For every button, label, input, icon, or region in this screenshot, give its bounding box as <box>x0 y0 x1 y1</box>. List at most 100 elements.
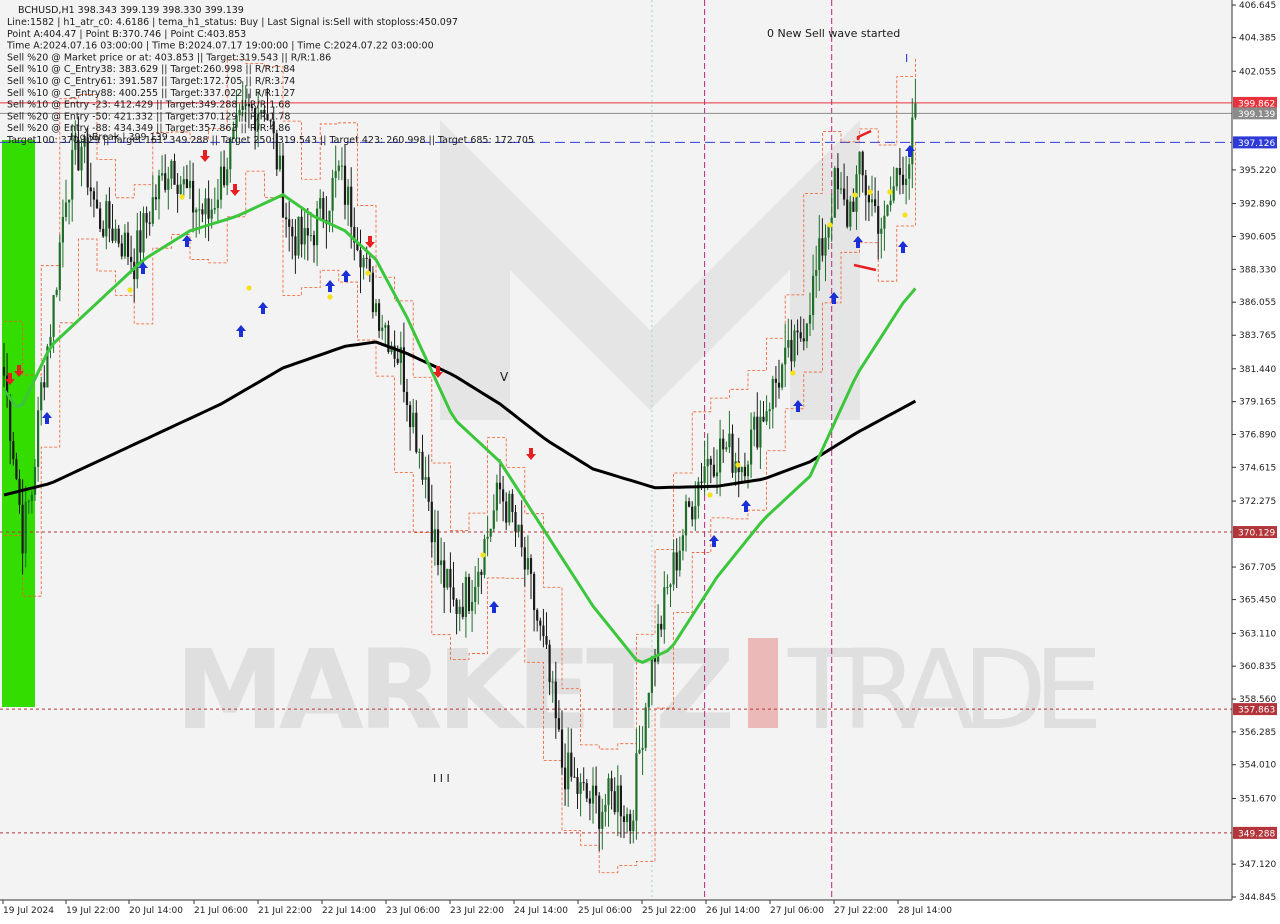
candle-body <box>802 338 805 342</box>
candle-body <box>619 785 622 817</box>
candle-body <box>449 568 452 588</box>
candle-body <box>30 494 33 501</box>
candle-body <box>700 481 703 483</box>
candle-body <box>21 504 24 554</box>
info-line: Line:1582 | h1_atr_c0: 4.6186 | tema_h1_… <box>7 17 458 28</box>
candle-body <box>216 199 219 209</box>
iii-mark: I I I <box>433 772 450 785</box>
candle-body <box>691 506 694 520</box>
candle-body <box>80 146 83 171</box>
candle-body <box>746 464 750 477</box>
candle-body <box>278 155 281 170</box>
candle-body <box>182 179 185 185</box>
candle-body <box>126 232 130 257</box>
candle-body <box>142 213 145 253</box>
price-tick-label: 406.645 <box>1239 1 1276 11</box>
candle-body <box>139 230 142 253</box>
candle-body <box>378 303 381 331</box>
candle-body <box>905 178 908 185</box>
candle-body <box>768 409 771 412</box>
price-tick-label: 392.890 <box>1239 200 1276 210</box>
candle-body <box>799 332 802 339</box>
candle-body <box>861 151 864 176</box>
time-axis: 19 Jul 2024 19 Jul 22:00 20 Jul 14:00 21 Ju… <box>2 900 952 916</box>
symbol-line: BCHUSD,H1 398.343 399.139 398.330 399.13… <box>18 5 244 16</box>
candle-body <box>464 576 467 617</box>
candle-body <box>154 197 157 200</box>
candle-body <box>405 391 409 406</box>
chart-root: MARKETZ TRADE 399.862 399.139 397.126 370.1… <box>0 0 1280 920</box>
candle-body <box>99 208 102 229</box>
candle-body <box>663 587 666 630</box>
info-line: Sell %10 @ C_Entry61: 391.587 || Target:… <box>7 76 295 87</box>
candle-body <box>219 166 223 200</box>
candle-body <box>467 576 471 611</box>
candle-body <box>635 753 638 821</box>
candle-body <box>89 187 92 192</box>
candle-body <box>548 644 551 682</box>
price-tick-label: 386.055 <box>1239 298 1276 308</box>
candle-body <box>533 573 536 610</box>
candle-body <box>43 382 46 388</box>
time-tick-label: 21 Jul 22:00 <box>258 906 312 916</box>
time-tick-label: 26 Jul 14:00 <box>706 906 760 916</box>
candle-body <box>756 416 759 448</box>
candle-body <box>626 814 629 823</box>
time-tick-label: 20 Jul 14:00 <box>129 906 183 916</box>
candle-body <box>601 811 604 829</box>
candle-body <box>805 323 808 342</box>
candle-body <box>743 466 746 477</box>
candle-body <box>117 228 120 244</box>
candle-body <box>350 186 353 227</box>
candle-body <box>319 198 322 209</box>
candle-body <box>505 501 508 523</box>
candle-body <box>886 205 889 216</box>
candle-body <box>495 482 498 511</box>
level-tag-label: 397.126 <box>1238 139 1275 149</box>
candle-body <box>2 366 6 376</box>
price-tick-label: 347.120 <box>1239 860 1276 870</box>
candle-body <box>92 191 95 200</box>
candle-body <box>418 451 421 453</box>
signal-star-icon <box>735 462 741 468</box>
candle-body <box>529 558 533 574</box>
candle-body <box>123 232 126 257</box>
candle-body <box>675 552 678 571</box>
candle-body <box>647 692 650 708</box>
candle-body <box>161 173 164 176</box>
candle-body <box>114 228 117 241</box>
candle-body <box>396 358 399 363</box>
candle-body <box>703 466 706 483</box>
signal-star-icon <box>887 189 893 195</box>
candle-body <box>895 167 898 187</box>
candle-body <box>607 778 610 805</box>
candle-body <box>173 160 176 185</box>
candle-body <box>312 235 316 246</box>
candle-body <box>874 199 877 207</box>
candle-body <box>9 396 12 442</box>
price-tick-label: 383.765 <box>1239 331 1276 341</box>
candle-body <box>843 188 846 200</box>
candle-body <box>365 257 368 259</box>
candle-body <box>644 707 647 748</box>
candle-body <box>712 464 715 477</box>
candle-body <box>24 501 27 554</box>
candle-body <box>58 242 61 290</box>
candle-body <box>68 199 71 203</box>
price-tick-label: 402.055 <box>1239 67 1276 77</box>
time-tick-label: 19 Jul 22:00 <box>66 906 120 916</box>
candle-body <box>309 235 312 237</box>
candle-body <box>573 776 576 778</box>
price-tick-label: 363.110 <box>1239 629 1276 639</box>
price-tick-label: 354.010 <box>1239 761 1276 771</box>
candle-body <box>808 315 812 324</box>
candle-body <box>474 586 477 602</box>
candle-body <box>554 681 557 719</box>
candle-body <box>102 228 105 237</box>
time-tick-label: 21 Jul 06:00 <box>194 906 248 916</box>
time-tick-label: 28 Jul 14:00 <box>898 906 952 916</box>
candle-body <box>477 571 480 587</box>
candle-body <box>914 103 917 118</box>
price-tick-label: 381.440 <box>1239 365 1276 375</box>
candle-body <box>55 289 58 296</box>
